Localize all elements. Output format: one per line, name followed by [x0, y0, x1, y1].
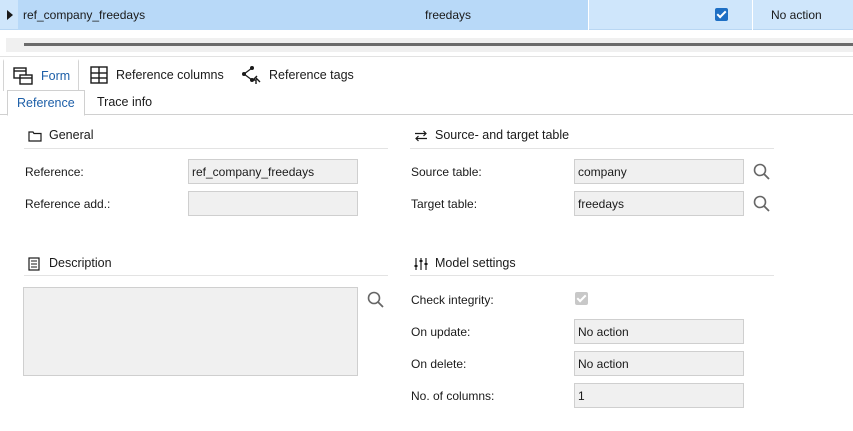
- on-delete-label: On delete:: [411, 357, 467, 371]
- target-table-search-icon[interactable]: [752, 194, 772, 214]
- row-indicator-icon: [7, 10, 13, 20]
- description-textarea[interactable]: [23, 287, 358, 376]
- num-columns-label: No. of columns:: [411, 389, 495, 403]
- on-delete-field[interactable]: No action: [574, 351, 744, 376]
- description-search-icon[interactable]: [366, 290, 386, 310]
- sliders-icon: [414, 257, 428, 271]
- tags-icon: [241, 65, 261, 85]
- target-table-label: Target table:: [411, 197, 478, 211]
- on-update-field[interactable]: No action: [574, 319, 744, 344]
- reference-field[interactable]: ref_company_freedays: [188, 159, 358, 184]
- section-description-title: Description: [49, 256, 112, 270]
- horizontal-scrollbar[interactable]: [6, 38, 853, 52]
- source-table-field[interactable]: company: [574, 159, 744, 184]
- form-icon: [13, 67, 33, 85]
- check-integrity-checkbox[interactable]: [575, 292, 588, 305]
- target-table-field[interactable]: freedays: [574, 191, 744, 216]
- tab-reference[interactable]: Reference: [7, 90, 85, 116]
- section-divider: [410, 275, 774, 276]
- cell-on-update[interactable]: No action: [771, 8, 822, 22]
- section-divider: [24, 148, 388, 149]
- tab-reference-tags-label: Reference tags: [269, 68, 354, 82]
- check-integrity-label: Check integrity:: [411, 293, 494, 307]
- cell-target-table[interactable]: freedays: [425, 8, 471, 22]
- reference-label: Reference:: [25, 165, 84, 179]
- reference-add-field[interactable]: [188, 191, 358, 216]
- column-separator: [752, 0, 753, 30]
- column-separator: [588, 0, 589, 30]
- section-model-settings-title: Model settings: [435, 256, 516, 270]
- source-table-label: Source table:: [411, 165, 482, 179]
- tab-reference-columns-label: Reference columns: [116, 68, 224, 82]
- tab-form-label: Form: [41, 69, 71, 83]
- reference-add-label: Reference add.:: [25, 197, 111, 211]
- num-columns-field[interactable]: 1: [574, 383, 744, 408]
- section-general-title: General: [49, 128, 94, 142]
- tab-reference-columns[interactable]: Reference columns: [90, 59, 224, 91]
- section-source-target-title: Source- and target table: [435, 128, 570, 142]
- cell-check-integrity-checkbox[interactable]: [715, 8, 728, 21]
- scrollbar-thumb[interactable]: [24, 43, 853, 46]
- table-icon: [90, 66, 108, 84]
- swap-arrows-icon: [414, 130, 428, 142]
- section-divider: [410, 148, 774, 149]
- section-divider: [24, 275, 388, 276]
- sub-tab-bar: Reference Trace info: [0, 90, 853, 116]
- source-table-search-icon[interactable]: [752, 162, 772, 182]
- document-icon: [28, 257, 40, 271]
- on-update-label: On update:: [411, 325, 471, 339]
- tab-trace-info[interactable]: Trace info: [88, 90, 161, 115]
- tab-form[interactable]: Form: [3, 59, 79, 91]
- tab-reference-tags[interactable]: Reference tags: [241, 59, 354, 91]
- main-tab-bar: Form Reference columns Reference tags: [0, 56, 853, 91]
- table-row[interactable]: ref_company_freedays freedays No action: [0, 0, 853, 30]
- folder-icon: [28, 130, 42, 142]
- cell-reference[interactable]: ref_company_freedays: [23, 8, 145, 22]
